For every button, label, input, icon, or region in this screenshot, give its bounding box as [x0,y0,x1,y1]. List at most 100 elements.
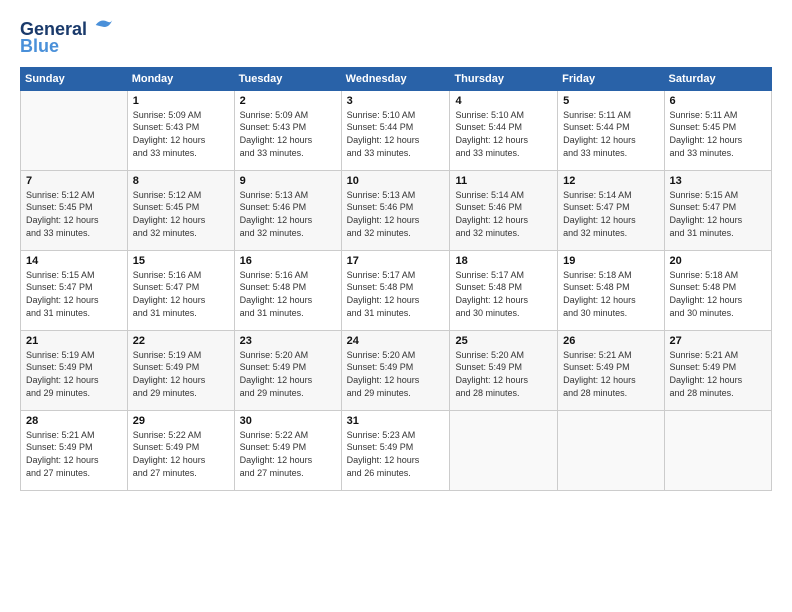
calendar-cell: 19 Sunrise: 5:18 AM Sunset: 5:48 PM Dayli… [558,250,664,330]
day-number: 19 [563,255,658,267]
day-number: 14 [26,255,122,267]
day-info: Sunrise: 5:13 AM Sunset: 5:46 PM Dayligh… [347,189,445,239]
calendar-week-row: 28 Sunrise: 5:21 AM Sunset: 5:49 PM Dayli… [21,410,772,490]
calendar-week-row: 14 Sunrise: 5:15 AM Sunset: 5:47 PM Dayli… [21,250,772,330]
calendar-cell: 21Sunrise: 5:19 AM Sunset: 5:49 PM Dayli… [21,330,128,410]
weekday-header-tuesday: Tuesday [234,67,341,90]
calendar-week-row: 7 Sunrise: 5:12 AM Sunset: 5:45 PM Daylig… [21,170,772,250]
calendar-cell: 11 Sunrise: 5:14 AM Sunset: 5:46 PM Dayli… [450,170,558,250]
day-info: Sunrise: 5:23 AM Sunset: 5:49 PM Dayligh… [347,429,445,479]
day-number: 18 [455,255,552,267]
day-info: Sunrise: 5:20 AM Sunset: 5:49 PM Dayligh… [455,349,552,399]
calendar-cell: 28 Sunrise: 5:21 AM Sunset: 5:49 PM Dayli… [21,410,128,490]
calendar-cell: 4 Sunrise: 5:10 AM Sunset: 5:44 PM Daylig… [450,90,558,170]
day-info: Sunrise: 5:20 AM Sunset: 5:49 PM Dayligh… [347,349,445,399]
day-number: 3 [347,95,445,107]
day-number: 23 [240,335,336,347]
calendar-cell: 29 Sunrise: 5:22 AM Sunset: 5:49 PM Dayli… [127,410,234,490]
day-info: Sunrise: 5:10 AM Sunset: 5:44 PM Dayligh… [455,109,552,159]
calendar-cell: 10 Sunrise: 5:13 AM Sunset: 5:46 PM Dayli… [341,170,450,250]
day-number: 16 [240,255,336,267]
day-info: Sunrise: 5:16 AM Sunset: 5:47 PM Dayligh… [133,269,229,319]
calendar-cell: 27 Sunrise: 5:21 AM Sunset: 5:49 PM Dayli… [664,330,771,410]
day-info: Sunrise: 5:18 AM Sunset: 5:48 PM Dayligh… [563,269,658,319]
calendar-cell [21,90,128,170]
day-number: 22 [133,335,229,347]
day-number: 30 [240,415,336,427]
weekday-header-row: SundayMondayTuesdayWednesdayThursdayFrid… [21,67,772,90]
day-info: Sunrise: 5:13 AM Sunset: 5:46 PM Dayligh… [240,189,336,239]
calendar-cell: 2 Sunrise: 5:09 AM Sunset: 5:43 PM Daylig… [234,90,341,170]
day-info: Sunrise: 5:21 AM Sunset: 5:49 PM Dayligh… [26,429,122,479]
day-number: 2 [240,95,336,107]
calendar-cell [450,410,558,490]
calendar-cell: 26 Sunrise: 5:21 AM Sunset: 5:49 PM Dayli… [558,330,664,410]
calendar-cell: 12 Sunrise: 5:14 AM Sunset: 5:47 PM Dayli… [558,170,664,250]
day-info: Sunrise: 5:14 AM Sunset: 5:46 PM Dayligh… [455,189,552,239]
page-container: General Blue SundayMondayTuesdayWednesda… [0,0,792,501]
day-number: 8 [133,175,229,187]
day-number: 17 [347,255,445,267]
day-info: Sunrise: 5:17 AM Sunset: 5:48 PM Dayligh… [347,269,445,319]
logo-bird-icon [94,15,114,35]
day-number: 29 [133,415,229,427]
day-number: 12 [563,175,658,187]
calendar-cell: 8Sunrise: 5:12 AM Sunset: 5:45 PM Daylig… [127,170,234,250]
day-number: 20 [670,255,766,267]
day-number: 5 [563,95,658,107]
calendar-cell: 16 Sunrise: 5:16 AM Sunset: 5:48 PM Dayli… [234,250,341,330]
calendar-cell [664,410,771,490]
calendar-cell: 24 Sunrise: 5:20 AM Sunset: 5:49 PM Dayli… [341,330,450,410]
calendar-cell: 20 Sunrise: 5:18 AM Sunset: 5:48 PM Dayli… [664,250,771,330]
day-info: Sunrise: 5:20 AM Sunset: 5:49 PM Dayligh… [240,349,336,399]
day-number: 31 [347,415,445,427]
day-info: Sunrise: 5:19 AM Sunset: 5:49 PM Dayligh… [133,349,229,399]
weekday-header-thursday: Thursday [450,67,558,90]
day-info: Sunrise: 5:11 AM Sunset: 5:44 PM Dayligh… [563,109,658,159]
day-info: Sunrise: 5:15 AM Sunset: 5:47 PM Dayligh… [670,189,766,239]
day-number: 10 [347,175,445,187]
calendar-cell: 22 Sunrise: 5:19 AM Sunset: 5:49 PM Dayli… [127,330,234,410]
day-number: 6 [670,95,766,107]
calendar-cell: 17 Sunrise: 5:17 AM Sunset: 5:48 PM Dayli… [341,250,450,330]
calendar-table: SundayMondayTuesdayWednesdayThursdayFrid… [20,67,772,491]
calendar-cell: 23 Sunrise: 5:20 AM Sunset: 5:49 PM Dayli… [234,330,341,410]
weekday-header-friday: Friday [558,67,664,90]
day-number: 11 [455,175,552,187]
calendar-cell: 30Sunrise: 5:22 AM Sunset: 5:49 PM Dayli… [234,410,341,490]
day-info: Sunrise: 5:16 AM Sunset: 5:48 PM Dayligh… [240,269,336,319]
day-info: Sunrise: 5:17 AM Sunset: 5:48 PM Dayligh… [455,269,552,319]
day-number: 13 [670,175,766,187]
calendar-cell: 15 Sunrise: 5:16 AM Sunset: 5:47 PM Dayli… [127,250,234,330]
day-info: Sunrise: 5:14 AM Sunset: 5:47 PM Dayligh… [563,189,658,239]
day-info: Sunrise: 5:09 AM Sunset: 5:43 PM Dayligh… [240,109,336,159]
calendar-cell: 13 Sunrise: 5:15 AM Sunset: 5:47 PM Dayli… [664,170,771,250]
day-number: 27 [670,335,766,347]
day-number: 28 [26,415,122,427]
day-number: 7 [26,175,122,187]
day-number: 24 [347,335,445,347]
day-number: 25 [455,335,552,347]
calendar-cell: 6 Sunrise: 5:11 AM Sunset: 5:45 PM Daylig… [664,90,771,170]
day-info: Sunrise: 5:21 AM Sunset: 5:49 PM Dayligh… [563,349,658,399]
weekday-header-sunday: Sunday [21,67,128,90]
day-number: 26 [563,335,658,347]
weekday-header-monday: Monday [127,67,234,90]
day-info: Sunrise: 5:11 AM Sunset: 5:45 PM Dayligh… [670,109,766,159]
calendar-cell: 5 Sunrise: 5:11 AM Sunset: 5:44 PM Daylig… [558,90,664,170]
calendar-cell: 31 Sunrise: 5:23 AM Sunset: 5:49 PM Dayli… [341,410,450,490]
day-info: Sunrise: 5:10 AM Sunset: 5:44 PM Dayligh… [347,109,445,159]
calendar-cell [558,410,664,490]
day-info: Sunrise: 5:15 AM Sunset: 5:47 PM Dayligh… [26,269,122,319]
day-info: Sunrise: 5:22 AM Sunset: 5:49 PM Dayligh… [133,429,229,479]
day-number: 4 [455,95,552,107]
calendar-cell: 9 Sunrise: 5:13 AM Sunset: 5:46 PM Daylig… [234,170,341,250]
day-info: Sunrise: 5:18 AM Sunset: 5:48 PM Dayligh… [670,269,766,319]
day-number: 15 [133,255,229,267]
day-info: Sunrise: 5:12 AM Sunset: 5:45 PM Dayligh… [26,189,122,239]
day-info: Sunrise: 5:21 AM Sunset: 5:49 PM Dayligh… [670,349,766,399]
calendar-cell: 1Sunrise: 5:09 AM Sunset: 5:43 PM Daylig… [127,90,234,170]
calendar-cell: 7 Sunrise: 5:12 AM Sunset: 5:45 PM Daylig… [21,170,128,250]
day-number: 9 [240,175,336,187]
day-info: Sunrise: 5:09 AM Sunset: 5:43 PM Dayligh… [133,109,229,159]
